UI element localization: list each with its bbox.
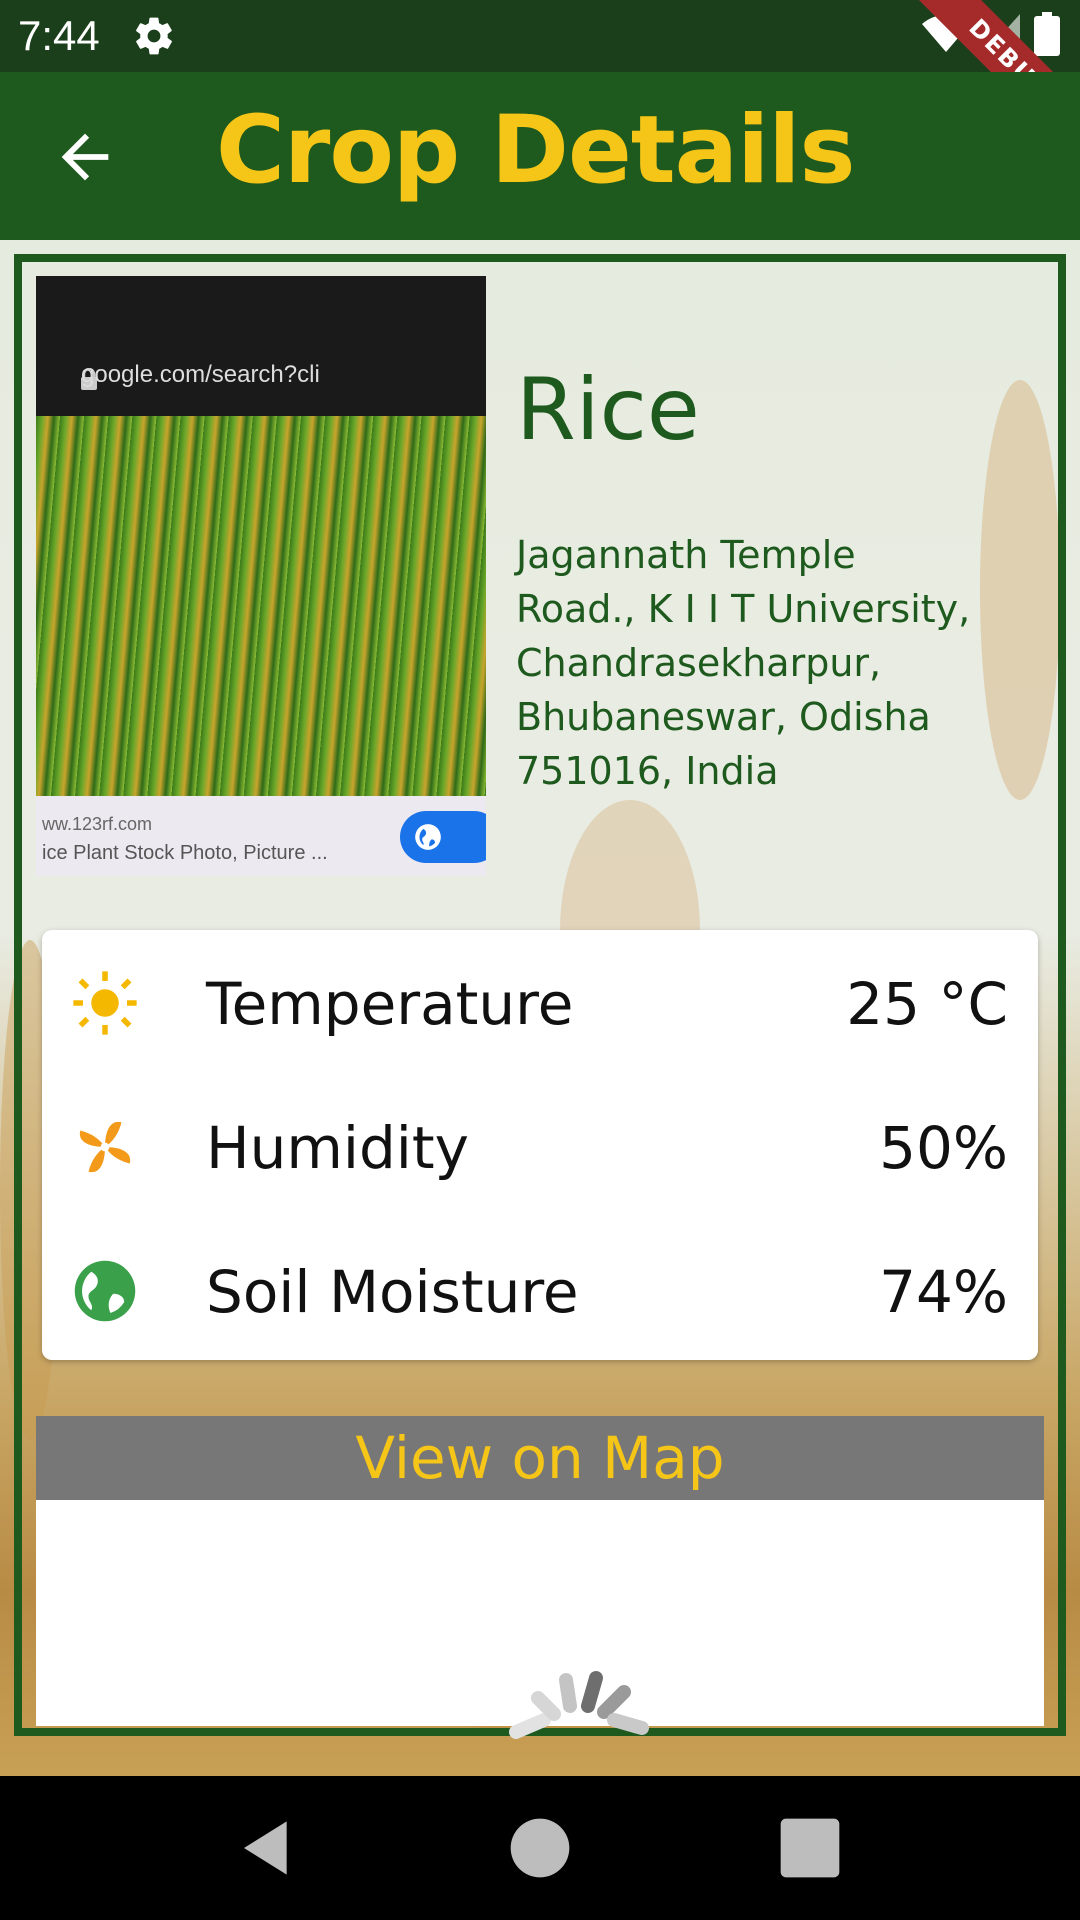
metric-row-temperature: Temperature 25 °C <box>42 948 1038 1058</box>
fan-icon <box>79 1121 131 1173</box>
status-bar: 7:44 DEBUG <box>0 0 1080 168</box>
view-on-map-button[interactable]: View on Map <box>36 1416 1044 1500</box>
recents-square-icon[interactable] <box>778 1816 842 1880</box>
crop-photo: google.com/search?cli ww.123rf.com ice P… <box>36 276 486 876</box>
metric-value: 50% <box>879 1114 1008 1182</box>
metric-row-humidity: Humidity 50% <box>42 1092 1038 1202</box>
page-title: Crop Details <box>216 96 855 205</box>
photo-caption-text: ice Plant Stock Photo, Picture ... <box>42 842 328 864</box>
photo-url-text: google.com/search?cli <box>81 361 320 388</box>
metric-value: 74% <box>879 1258 1008 1326</box>
metrics-card: Temperature 25 °C Humidity 50% Soil Mois… <box>42 930 1038 1360</box>
photo-visit-chip <box>400 811 486 863</box>
globe-icon <box>74 1260 136 1322</box>
metric-label: Soil Moisture <box>206 1258 579 1326</box>
loading-spinner-icon <box>509 1671 649 1739</box>
sun-icon <box>73 971 137 1035</box>
metric-label: Humidity <box>206 1114 469 1182</box>
globe-icon <box>415 824 441 850</box>
crop-name: Rice <box>516 360 700 460</box>
app-bar: Crop Details <box>0 72 1080 240</box>
metric-label: Temperature <box>206 970 574 1038</box>
metric-row-soil-moisture: Soil Moisture 74% <box>42 1236 1038 1346</box>
map-view[interactable] <box>36 1500 1044 1739</box>
rice-field-image <box>36 416 486 796</box>
status-time: 7:44 <box>18 12 100 59</box>
gear-icon <box>136 17 172 55</box>
system-nav-bar <box>0 1776 1080 1920</box>
photo-source-text: ww.123rf.com <box>42 814 153 834</box>
battery-icon <box>1034 12 1060 56</box>
photo-browser-bar <box>36 276 486 416</box>
metric-value: 25 °C <box>846 970 1008 1038</box>
back-triangle-icon[interactable] <box>236 1816 300 1880</box>
arrow-left-icon[interactable] <box>50 122 120 192</box>
home-circle-icon[interactable] <box>508 1816 572 1880</box>
crop-address: Jagannath Temple Road., K I I T Universi… <box>516 533 971 793</box>
